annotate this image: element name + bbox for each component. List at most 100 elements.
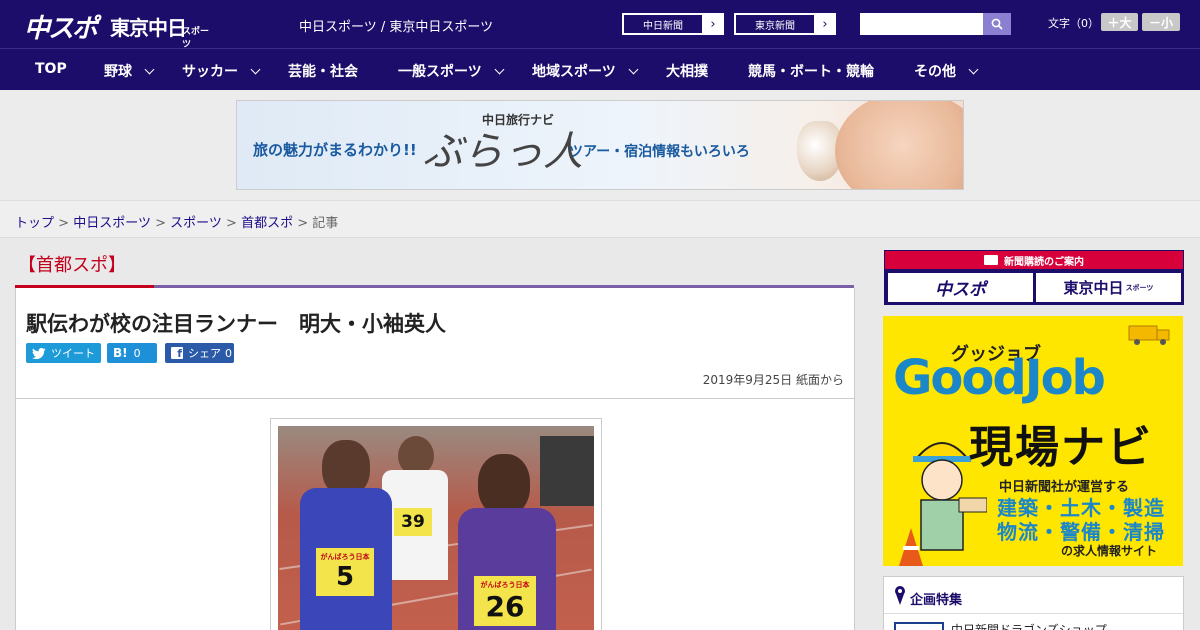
bib-banner: がんばろう日本: [480, 580, 530, 589]
chevron-down-icon: [628, 64, 639, 75]
subscription-heading: 新聞購読のご案内: [885, 251, 1183, 269]
breadcrumb-current: 記事: [312, 216, 339, 231]
chevron-down-icon: [968, 64, 979, 75]
chevron-down-icon: [144, 64, 155, 75]
tokyo-shimbun-link[interactable]: 東京新聞 ›: [734, 13, 836, 35]
hatena-bookmark-button[interactable]: B! 0: [107, 343, 157, 363]
site-logo[interactable]: 中スポ 東京中日 スポーツ: [24, 8, 214, 50]
site-title: 中日スポーツ / 東京中日スポーツ: [299, 20, 494, 35]
main-nav: TOP 野球 サッカー 芸能・社会 一般スポーツ 地域スポーツ 大相撲 競馬・ボ…: [0, 48, 1200, 90]
dragons-shop-thumbnail[interactable]: [894, 622, 944, 630]
nav-item-label: 地域スポーツ: [532, 64, 616, 80]
breadcrumb: トップ > 中日スポーツ > スポーツ > 首都スポ > 記事: [15, 212, 338, 231]
font-larger-button[interactable]: ＋大: [1101, 13, 1138, 31]
font-size-label: 文字（0）: [1048, 17, 1099, 30]
facebook-icon: f: [171, 347, 183, 360]
feature-item-dragons-shop[interactable]: 中日新聞ドラゴンズショップ: [951, 621, 1107, 630]
chevron-right-icon: ›: [710, 16, 716, 32]
nav-item-label: 大相撲: [666, 64, 708, 80]
hatena-count: 0: [133, 346, 141, 360]
subscription-heading-text: 新聞購読のご案内: [1004, 256, 1084, 268]
goodjob-ad[interactable]: グッジョブ GoodJob 現場ナビ 中日新聞社が運営する 建築・土木・製造 物…: [883, 316, 1183, 566]
nav-item-label: 芸能・社会: [288, 64, 358, 80]
camera-equipment: [540, 436, 594, 506]
nav-item-label: 競馬・ボート・競輪: [748, 64, 874, 80]
breadcrumb-chunichi-sports[interactable]: 中日スポーツ: [73, 216, 151, 231]
woman-photo: [835, 101, 963, 189]
chunichi-shimbun-link[interactable]: 中日新聞 ›: [622, 13, 724, 35]
search-button[interactable]: [983, 13, 1011, 35]
feature-divider: [884, 613, 1183, 614]
section-title: 【首都スポ】: [18, 255, 126, 276]
newspaper-icon: [984, 255, 998, 265]
tokyo-shimbun-label: 東京新聞: [735, 14, 815, 34]
facebook-share-button[interactable]: f シェア 0: [165, 343, 234, 363]
logo-chuspo: 中スポ: [24, 14, 98, 44]
bib-number: 5: [335, 562, 355, 592]
nav-item-entertainment[interactable]: 芸能・社会: [288, 61, 358, 81]
breadcrumb-separator: >: [155, 216, 166, 231]
goodjob-line-2: 物流・警備・清掃: [997, 520, 1165, 544]
article-photo[interactable]: 39 がんばろう日本 5 がんばろう日本 26: [278, 426, 594, 630]
bib-banner: がんばろう日本: [320, 553, 370, 561]
subscription-box[interactable]: 新聞購読のご案内 中スポ 東京中日 スポーツ: [884, 250, 1184, 305]
nav-item-sumo[interactable]: 大相撲: [666, 61, 708, 81]
facebook-share-label: シェア: [188, 347, 221, 360]
hatena-icon: B!: [113, 346, 128, 360]
tokyo-chunichi-label: 東京中日: [1063, 279, 1124, 297]
subscribe-tokyo-chunichi-link[interactable]: 東京中日 スポーツ: [1036, 273, 1181, 302]
breadcrumb-top[interactable]: トップ: [15, 216, 54, 231]
travel-navi-banner[interactable]: 旅の魅力がまるわかり!! 中日旅行ナビ ぶらっ人 ツアー・宿泊情報もいろいろ: [236, 100, 964, 190]
breadcrumb-sports[interactable]: スポーツ: [170, 216, 222, 231]
nav-item-racing[interactable]: 競馬・ボート・競輪: [748, 61, 874, 81]
nav-item-local-sports[interactable]: 地域スポーツ: [532, 61, 639, 81]
tweet-label: ツイート: [51, 347, 95, 360]
goodjob-title: GoodJob: [893, 350, 1106, 406]
article-photo-frame: 39 がんばろう日本 5 がんばろう日本 26: [270, 418, 602, 630]
article-divider: [16, 398, 854, 399]
search-icon: [991, 18, 1003, 30]
nav-item-other[interactable]: その他: [914, 61, 979, 81]
nav-item-label: 一般スポーツ: [398, 64, 482, 80]
feature-title: 企画特集: [910, 593, 963, 608]
goodjob-navi: 現場ナビ: [969, 422, 1153, 473]
banner-tail: ツアー・宿泊情報もいろいろ: [569, 144, 750, 160]
nav-item-label: TOP: [35, 61, 67, 77]
runner-bib: がんばろう日本 26: [474, 576, 536, 626]
article-date: 2019年9月25日 紙面から: [702, 373, 844, 387]
font-smaller-button[interactable]: －小: [1142, 13, 1180, 31]
ribbon-icon: [895, 586, 905, 605]
top-header: 中スポ 東京中日 スポーツ 中日スポーツ / 東京中日スポーツ 中日新聞 › 東…: [0, 0, 1200, 50]
breadcrumb-separator: >: [297, 216, 309, 231]
banner-lead: 旅の魅力がまるわかり!!: [253, 141, 417, 159]
nav-item-baseball[interactable]: 野球: [104, 61, 155, 81]
article-container: 駅伝わが校の注目ランナー 明大・小袖英人 ツイート B! 0 f シェア 0 2…: [15, 288, 855, 630]
truck-icon: [1128, 325, 1170, 345]
logo-sports-small: スポーツ: [182, 27, 210, 50]
nav-item-general-sports[interactable]: 一般スポーツ: [398, 61, 505, 81]
facebook-count: 0: [225, 346, 232, 360]
chevron-down-icon: [250, 64, 261, 75]
feature-box: 企画特集 中日新聞ドラゴンズショップ: [883, 576, 1184, 630]
twitter-bird-icon: [32, 347, 46, 359]
breadcrumb-separator: >: [58, 216, 70, 231]
tokyo-chunichi-small: スポーツ: [1125, 283, 1154, 292]
chunichi-shimbun-label: 中日新聞: [623, 14, 703, 34]
nav-item-label: 野球: [104, 64, 132, 80]
nav-item-soccer[interactable]: サッカー: [182, 61, 261, 81]
bib-number: 26: [485, 589, 525, 623]
subscribe-chuspo-link[interactable]: 中スポ: [888, 273, 1033, 302]
article-headline: 駅伝わが校の注目ランナー 明大・小袖英人: [26, 312, 446, 336]
nav-item-label: サッカー: [182, 64, 238, 80]
banner-main: ぶらっ人: [423, 129, 583, 175]
search-input[interactable]: [860, 13, 983, 35]
logo-tokyo-chunichi: 東京中日: [110, 16, 187, 40]
tweet-button[interactable]: ツイート: [26, 343, 101, 363]
runner-bib: がんばろう日本 5: [316, 548, 374, 596]
nav-item-top[interactable]: TOP: [35, 61, 67, 77]
nav-item-label: その他: [914, 64, 956, 80]
breadcrumb-bar: トップ > 中日スポーツ > スポーツ > 首都スポ > 記事: [0, 200, 1200, 238]
runner-bib: 39: [394, 508, 432, 536]
goodjob-foot: の求人情報サイト: [1061, 544, 1158, 558]
breadcrumb-shuto-supo[interactable]: 首都スポ: [241, 216, 293, 231]
